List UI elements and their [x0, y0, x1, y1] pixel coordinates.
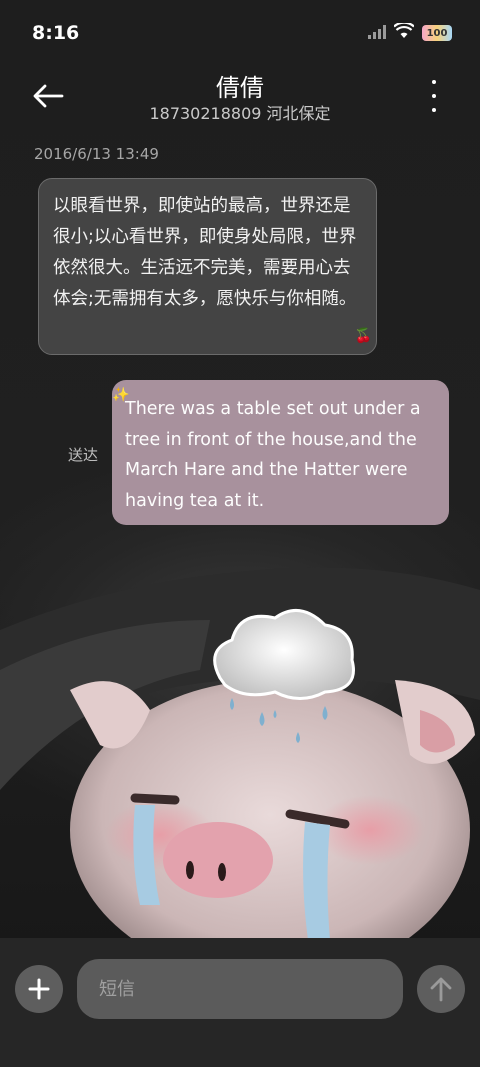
conversation-header: 倩倩 18730218809 河北保定: [0, 66, 480, 136]
message-timestamp: 2016/6/13 13:49: [34, 145, 159, 163]
more-vertical-icon: [432, 80, 436, 84]
wifi-icon: [393, 21, 415, 43]
send-button[interactable]: [417, 965, 465, 1013]
outgoing-message-text: There was a table set out under a tree i…: [125, 399, 421, 511]
outgoing-message-bubble[interactable]: ✨ There was a table set out under a tree…: [112, 380, 449, 525]
incoming-message-bubble[interactable]: 以眼看世界，即使站的最高，世界还是很小;以心看世界，即使身处局限，世界依然很大。…: [38, 178, 377, 355]
status-bar: 8:16 100: [0, 0, 480, 66]
message-input[interactable]: [77, 959, 403, 1019]
delivery-status: 送达: [68, 446, 99, 464]
contact-info: 18730218809 河北保定: [149, 104, 331, 123]
back-button[interactable]: [30, 78, 66, 114]
pig-illustration: [0, 560, 480, 940]
status-time: 8:16: [32, 22, 80, 44]
compose-bar: [0, 938, 480, 1067]
sparkle-icon: ✨: [112, 387, 130, 403]
battery-icon: 100: [422, 25, 452, 41]
status-icons: 100: [368, 21, 452, 43]
signal-icon: [368, 24, 386, 43]
incoming-message-text: 以眼看世界，即使站的最高，世界还是很小;以心看世界，即使身处局限，世界依然很大。…: [53, 196, 357, 309]
contact-name: 倩倩: [216, 74, 264, 102]
plus-icon: [28, 978, 50, 1000]
more-options-button[interactable]: [424, 80, 444, 112]
send-arrow-icon: [430, 977, 452, 1002]
cherry-icon: 🍒: [354, 328, 372, 344]
back-arrow-icon: [33, 84, 64, 108]
add-attachment-button[interactable]: [15, 965, 63, 1013]
